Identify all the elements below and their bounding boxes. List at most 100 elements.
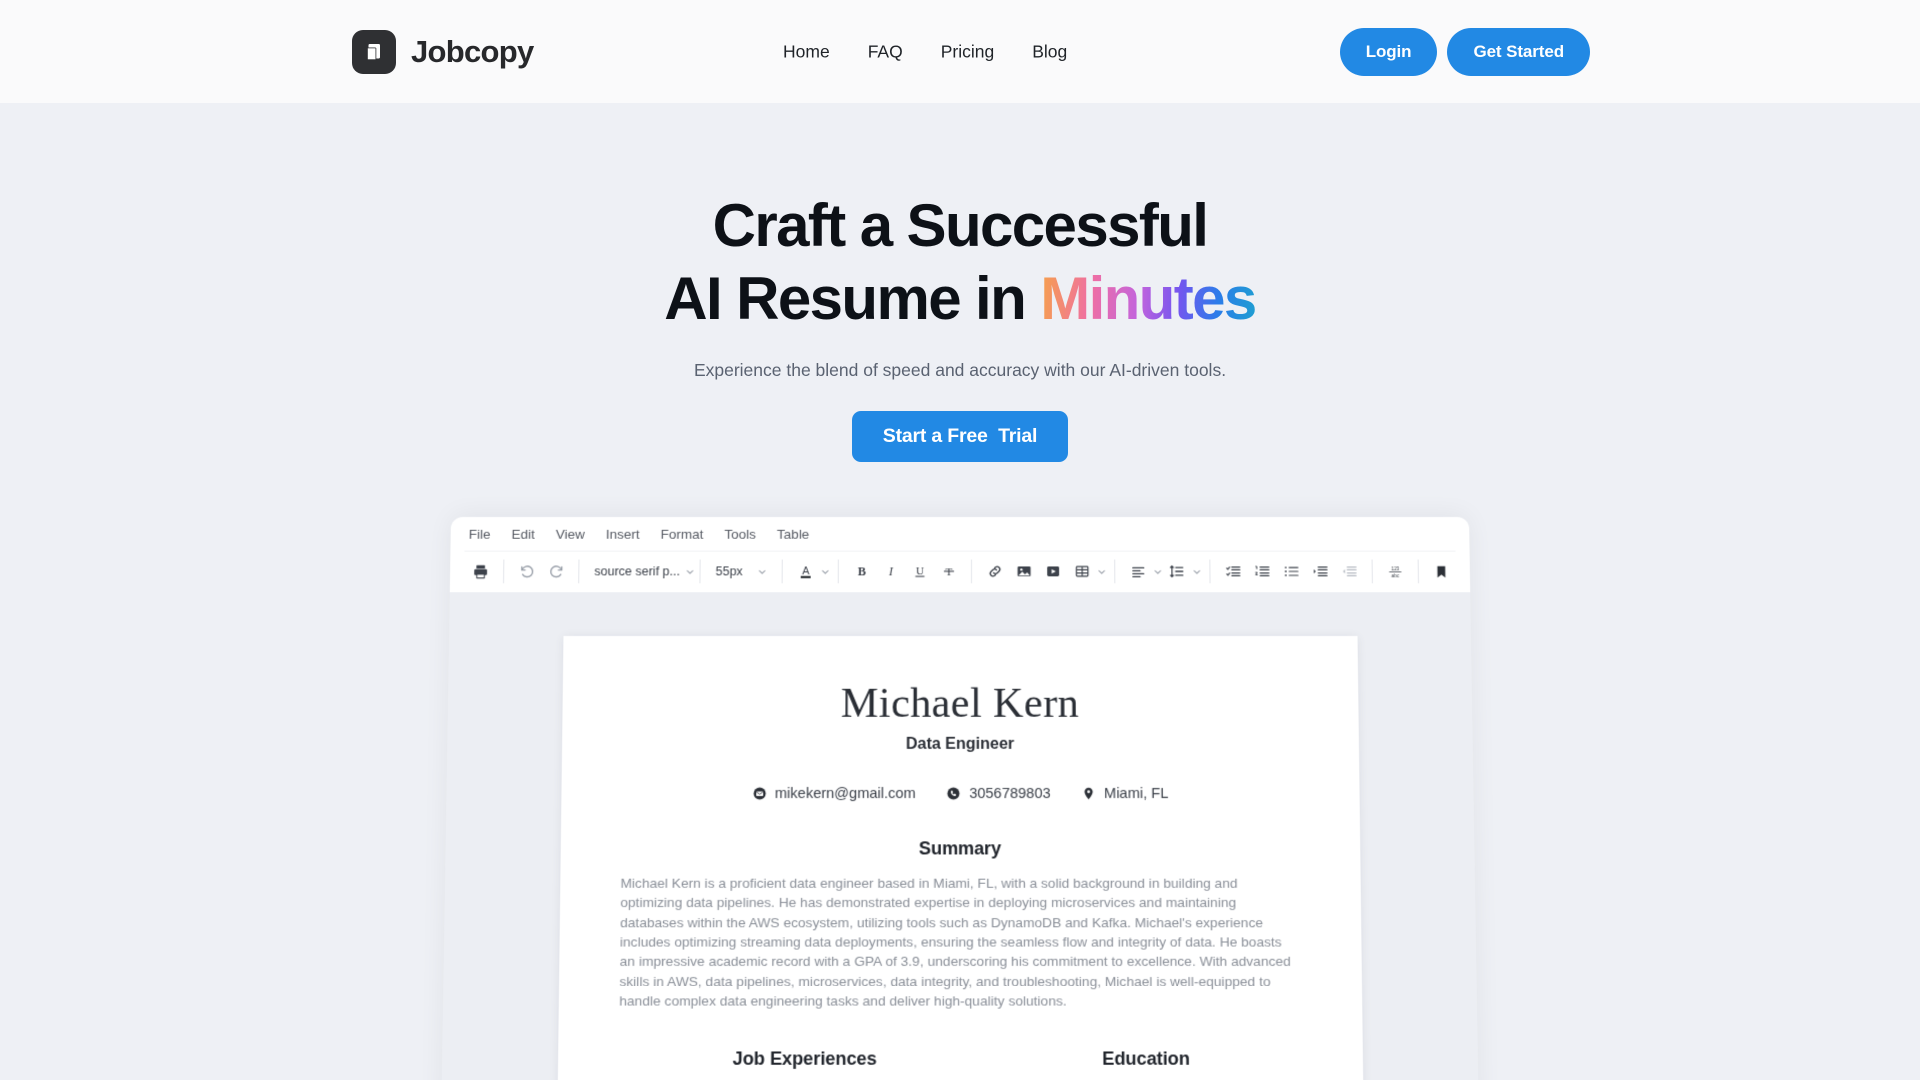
toolbar-divider bbox=[1372, 560, 1373, 584]
font-family-value: source serif p... bbox=[594, 565, 680, 579]
menu-item-edit[interactable]: Edit bbox=[511, 528, 534, 541]
chevron-down-icon bbox=[1153, 567, 1162, 576]
font-family-select[interactable]: source serif p... bbox=[587, 558, 691, 586]
svg-text:abc: abc bbox=[1391, 573, 1399, 579]
svg-text:I: I bbox=[887, 565, 893, 579]
chevron-down-icon bbox=[821, 567, 830, 576]
resume-education-column: Education Master in Data Science MIT bbox=[991, 1012, 1302, 1080]
table-control[interactable] bbox=[1067, 557, 1106, 586]
resume-two-columns: Job Experiences Senior Data Engineer at … bbox=[618, 1012, 1302, 1080]
resume-contacts: mikekern@gmail.com 3056789803 Miami, FL bbox=[621, 786, 1298, 802]
hero-title-line-2: AI Resume in Minutes bbox=[0, 262, 1920, 335]
login-button[interactable]: Login bbox=[1340, 28, 1438, 76]
image-icon[interactable] bbox=[1009, 557, 1038, 586]
nav-item-pricing[interactable]: Pricing bbox=[941, 43, 995, 61]
align-control[interactable] bbox=[1123, 557, 1162, 586]
toolbar-divider bbox=[578, 560, 579, 584]
menu-item-tools[interactable]: Tools bbox=[724, 528, 756, 541]
resume-name: Michael Kern bbox=[622, 680, 1298, 728]
toolbar-divider bbox=[1209, 560, 1210, 584]
main-nav: Home FAQ Pricing Blog bbox=[783, 43, 1067, 61]
undo-icon[interactable] bbox=[512, 557, 541, 586]
print-icon[interactable] bbox=[466, 557, 495, 586]
document-copy-icon bbox=[352, 30, 396, 74]
align-left-icon[interactable] bbox=[1123, 557, 1152, 586]
numbered-list-icon[interactable] bbox=[1247, 557, 1276, 586]
indent-icon[interactable] bbox=[1305, 557, 1334, 586]
hero-title-gradient-word: Minutes bbox=[1040, 265, 1255, 332]
menu-item-file[interactable]: File bbox=[469, 528, 491, 541]
bulleted-list-icon[interactable] bbox=[1276, 557, 1305, 586]
123-abc-icon[interactable]: 123 abc bbox=[1381, 557, 1410, 586]
chevron-down-icon bbox=[758, 567, 767, 576]
redo-icon[interactable] bbox=[541, 557, 570, 586]
resume-document[interactable]: Michael Kern Data Engineer mikekern@gmai… bbox=[557, 636, 1364, 1080]
font-size-value: 55px bbox=[716, 565, 743, 579]
contact-email: mikekern@gmail.com bbox=[752, 786, 916, 802]
location-pin-icon bbox=[1081, 787, 1096, 802]
editor-chrome: File Edit View Insert Format Tools Table bbox=[450, 517, 1470, 592]
strikethrough-icon[interactable]: T bbox=[934, 557, 963, 586]
get-started-button[interactable]: Get Started bbox=[1447, 28, 1590, 76]
editor-menubar: File Edit View Insert Format Tools Table bbox=[464, 528, 1455, 550]
chevron-down-icon bbox=[1192, 567, 1201, 576]
resume-jobs-column: Job Experiences Senior Data Engineer at … bbox=[618, 1012, 991, 1080]
italic-icon[interactable]: I bbox=[876, 557, 905, 586]
nav-item-home[interactable]: Home bbox=[783, 43, 830, 61]
hero-title-line-1: Craft a Successful bbox=[713, 192, 1208, 259]
toolbar-divider bbox=[838, 560, 839, 584]
text-color-control[interactable]: A bbox=[791, 557, 830, 586]
chevron-down-icon bbox=[686, 567, 695, 576]
hero-section: Craft a Successful AI Resume in Minutes … bbox=[0, 103, 1920, 1080]
resume-role: Data Engineer bbox=[622, 736, 1298, 754]
menu-item-view[interactable]: View bbox=[556, 528, 585, 541]
nav-item-faq[interactable]: FAQ bbox=[868, 43, 903, 61]
menu-item-table[interactable]: Table bbox=[777, 528, 809, 541]
font-size-select[interactable]: 55px bbox=[708, 558, 773, 586]
menu-item-insert[interactable]: Insert bbox=[606, 528, 640, 541]
brand-name: Jobcopy bbox=[411, 36, 534, 67]
toolbar-divider bbox=[1418, 560, 1419, 584]
phone-icon bbox=[946, 787, 961, 802]
svg-text:B: B bbox=[857, 565, 865, 579]
start-free-trial-button[interactable]: Start a Free Trial bbox=[852, 411, 1068, 462]
svg-text:T: T bbox=[945, 567, 952, 579]
menu-item-format[interactable]: Format bbox=[661, 528, 704, 541]
resume-education-heading: Education bbox=[991, 1048, 1302, 1069]
toolbar-divider bbox=[699, 560, 700, 584]
brand-logo[interactable]: Jobcopy bbox=[352, 30, 534, 74]
chevron-down-icon bbox=[1097, 567, 1106, 576]
nav-item-blog[interactable]: Blog bbox=[1032, 43, 1067, 61]
hero-subtitle: Experience the blend of speed and accura… bbox=[0, 357, 1920, 383]
bookmark-icon[interactable] bbox=[1427, 557, 1456, 586]
bold-icon[interactable]: B bbox=[847, 557, 876, 586]
contact-location: Miami, FL bbox=[1081, 786, 1169, 802]
resume-summary-heading: Summary bbox=[621, 838, 1299, 859]
toolbar-divider bbox=[971, 560, 972, 584]
outdent-icon[interactable] bbox=[1334, 557, 1363, 586]
contact-email-value: mikekern@gmail.com bbox=[775, 786, 916, 802]
svg-text:A: A bbox=[802, 566, 810, 578]
checklist-icon[interactable] bbox=[1218, 557, 1247, 586]
contact-location-value: Miami, FL bbox=[1104, 786, 1168, 802]
header-actions: Login Get Started bbox=[1340, 28, 1590, 76]
page-title: Craft a Successful AI Resume in Minutes bbox=[0, 189, 1920, 335]
resume-summary-text: Michael Kern is a proficient data engine… bbox=[619, 874, 1301, 1012]
editor-preview-stage: File Edit View Insert Format Tools Table bbox=[0, 517, 1920, 1080]
toolbar-divider bbox=[503, 560, 504, 584]
contact-phone-value: 3056789803 bbox=[969, 786, 1050, 802]
text-color-icon[interactable]: A bbox=[791, 557, 820, 586]
site-header: Jobcopy Home FAQ Pricing Blog Login Get … bbox=[0, 0, 1920, 103]
video-icon[interactable] bbox=[1038, 557, 1067, 586]
line-height-control[interactable] bbox=[1162, 557, 1201, 586]
editor-window: File Edit View Insert Format Tools Table bbox=[441, 517, 1479, 1080]
underline-icon[interactable]: U bbox=[905, 557, 934, 586]
toolbar-divider bbox=[782, 560, 783, 584]
table-icon[interactable] bbox=[1067, 557, 1096, 586]
editor-document-area: Michael Kern Data Engineer mikekern@gmai… bbox=[441, 592, 1479, 1080]
link-icon[interactable] bbox=[980, 557, 1009, 586]
hero-title-plain: AI Resume in bbox=[664, 265, 1040, 332]
hero-cta-wrapper: Start a Free Trial bbox=[0, 411, 1920, 462]
email-icon bbox=[752, 787, 767, 802]
line-height-icon[interactable] bbox=[1162, 557, 1191, 586]
